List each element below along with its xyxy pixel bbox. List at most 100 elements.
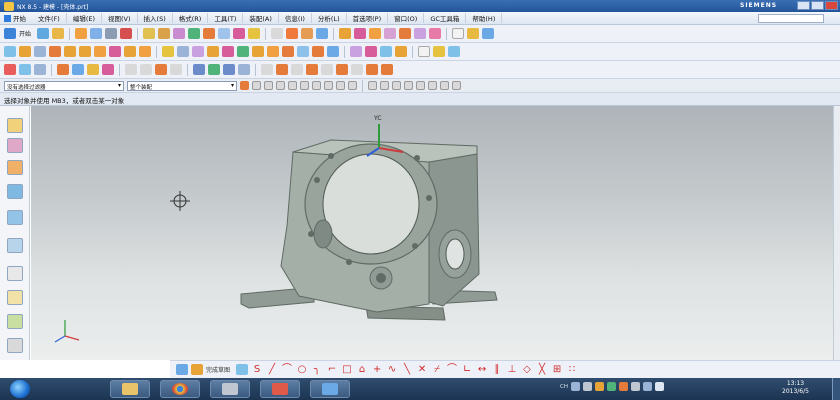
arc-tool-icon[interactable]: ⌒ — [281, 364, 293, 376]
system-clock[interactable]: 13:13 2013/6/5 — [782, 380, 809, 396]
finish-sketch-label[interactable]: 完成草图 — [206, 365, 230, 374]
quadrant-point-icon[interactable] — [312, 81, 321, 90]
start-icon[interactable] — [4, 28, 16, 39]
reuse-library-icon[interactable] — [7, 184, 23, 199]
split-body-icon[interactable] — [139, 46, 151, 57]
point-on-face-icon[interactable] — [348, 81, 357, 90]
midpoint-icon[interactable] — [264, 81, 273, 90]
tray-app2-icon[interactable] — [618, 382, 628, 391]
redo-icon[interactable] — [105, 28, 118, 39]
existing-point-icon[interactable] — [324, 81, 333, 90]
unite-icon[interactable] — [399, 28, 412, 39]
endpoint-icon[interactable] — [252, 81, 261, 90]
cone-icon[interactable] — [369, 28, 382, 39]
volume-icon[interactable] — [654, 382, 664, 391]
viewport-scrollbar[interactable] — [833, 106, 840, 360]
offset-tool-icon[interactable]: ╲ — [401, 364, 413, 376]
make-corner-icon[interactable]: ∟ — [461, 364, 473, 376]
menu-analysis[interactable]: 分析(L) — [312, 13, 347, 23]
profile-icon[interactable]: S — [251, 364, 263, 376]
gearbox-housing-model[interactable] — [240, 139, 498, 321]
taskbar-app-explorer[interactable] — [110, 380, 150, 398]
menu-tools[interactable]: 工具(T) — [208, 13, 244, 23]
menu-file[interactable]: 文件(F) — [32, 13, 67, 23]
security-icon[interactable] — [606, 382, 616, 391]
point-on-curve-icon[interactable] — [336, 81, 345, 90]
extract-icon[interactable] — [312, 46, 324, 57]
extrude-icon[interactable] — [158, 28, 171, 39]
mirror-tool-icon[interactable]: ⌒ — [446, 364, 458, 376]
snap-tangent-icon[interactable] — [404, 81, 413, 90]
line-icon[interactable] — [271, 28, 284, 39]
snap-circle-icon[interactable] — [416, 81, 425, 90]
pattern-icon[interactable] — [64, 46, 76, 57]
intersect-icon[interactable] — [429, 28, 442, 39]
tray-app-icon[interactable] — [594, 382, 604, 391]
menu-edit[interactable]: 编辑(E) — [67, 13, 102, 23]
edit-object-icon[interactable] — [72, 64, 84, 75]
assembly-icon[interactable] — [4, 46, 16, 57]
graphics-window[interactable]: YC — [31, 106, 833, 360]
snap-point-icon[interactable] — [240, 81, 249, 90]
start-menu[interactable]: 开始 — [0, 13, 32, 23]
selection-scope-select[interactable]: 整个装配 — [127, 80, 237, 91]
fillet-tool-icon[interactable]: ╮ — [311, 364, 323, 376]
edge-blend-icon[interactable] — [233, 28, 246, 39]
taskbar-app-chrome[interactable] — [160, 380, 200, 398]
paint-icon[interactable] — [57, 64, 69, 75]
polygon-icon[interactable] — [155, 64, 167, 75]
snap-settings-icon[interactable]: ╳ — [536, 364, 548, 376]
spline-tool-icon[interactable]: ∿ — [386, 364, 398, 376]
join-curve-icon[interactable] — [306, 64, 318, 75]
mirror-icon[interactable] — [49, 46, 61, 57]
arc-center-icon[interactable] — [300, 81, 309, 90]
trim-curve-icon[interactable] — [276, 64, 288, 75]
snap-arc-icon[interactable] — [380, 81, 389, 90]
system-materials-icon[interactable] — [7, 266, 23, 281]
polygon-tool-icon[interactable]: ⌂ — [356, 364, 368, 376]
spline-icon[interactable] — [125, 64, 137, 75]
constraint-navigator-icon[interactable] — [7, 138, 23, 153]
taskbar-app-player[interactable] — [210, 380, 250, 398]
windows-start-button[interactable] — [10, 380, 30, 398]
blank-icon[interactable] — [87, 64, 99, 75]
part-navigator-icon[interactable] — [7, 160, 23, 175]
shaded-icon[interactable] — [448, 46, 460, 57]
patch-icon[interactable] — [297, 46, 309, 57]
project-curve-icon[interactable] — [321, 64, 333, 75]
sew-icon[interactable] — [282, 46, 294, 57]
menu-view[interactable]: 视图(V) — [102, 13, 138, 23]
helix-icon[interactable] — [140, 64, 152, 75]
control-point-icon[interactable] — [276, 81, 285, 90]
datum-csys-icon[interactable] — [4, 64, 16, 75]
snap-slash-icon[interactable] — [440, 81, 449, 90]
minimize-button[interactable] — [797, 1, 810, 10]
keyboard-icon[interactable] — [582, 382, 592, 391]
show-constraints-icon[interactable]: ⊥ — [506, 364, 518, 376]
menu-information[interactable]: 信息(I) — [279, 13, 312, 23]
intersection-point-icon[interactable] — [288, 81, 297, 90]
fit-view-icon[interactable] — [380, 46, 392, 57]
draft-icon[interactable] — [94, 46, 106, 57]
circle-tool-icon[interactable]: ○ — [296, 364, 308, 376]
box-icon[interactable] — [339, 28, 352, 39]
undo-icon[interactable] — [90, 28, 103, 39]
type-filter-select[interactable]: 没有选择过滤器 — [4, 80, 124, 91]
menu-help[interactable]: 帮助(H) — [466, 13, 503, 23]
pad-icon[interactable] — [207, 46, 219, 57]
show-desktop-button[interactable] — [832, 378, 840, 400]
finish-sketch-icon[interactable] — [176, 364, 188, 375]
section-icon[interactable] — [365, 46, 377, 57]
groove-icon[interactable] — [237, 46, 249, 57]
trim-tool-icon[interactable]: ✕ — [416, 364, 428, 376]
menu-window[interactable]: 窗口(O) — [388, 13, 425, 23]
language-indicator[interactable]: CH — [560, 384, 568, 390]
layer-icon[interactable] — [482, 28, 495, 39]
taskbar-app-screen[interactable] — [310, 380, 350, 398]
show-icon[interactable] — [102, 64, 114, 75]
arc-icon[interactable] — [286, 28, 299, 39]
snap-center-icon[interactable] — [392, 81, 401, 90]
open-icon[interactable] — [52, 28, 65, 39]
offset-curve-icon[interactable] — [316, 28, 329, 39]
move-face-icon[interactable] — [327, 46, 339, 57]
